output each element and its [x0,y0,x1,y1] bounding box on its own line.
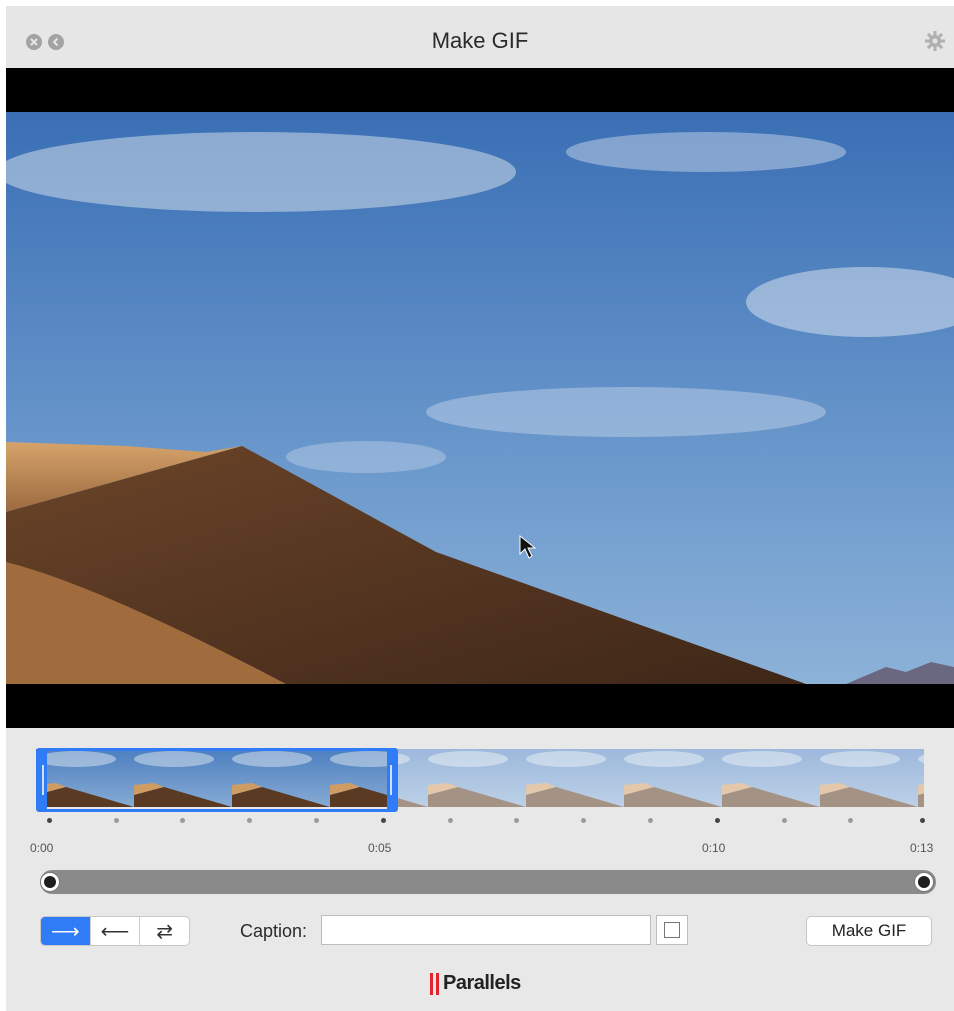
range-slider-end-knob[interactable] [914,872,934,892]
title-bar: Make GIF [6,6,954,68]
parallels-logo: Parallels [430,972,521,995]
time-label-end: 0:13 [910,841,934,855]
tick-dot [782,818,787,823]
tick-dot [381,818,386,823]
time-label-5s: 0:05 [368,841,392,855]
tick-dot [920,818,925,823]
square-icon [664,922,680,938]
tick-dot [180,818,185,823]
tick-dot [581,818,586,823]
time-label-start: 0:00 [30,841,54,855]
arrow-right-icon: ⟶ [51,920,80,943]
window-title: Make GIF [431,28,529,53]
tick-dot [848,818,853,823]
selection-start-handle[interactable] [39,751,47,809]
arrow-left-icon: ⟵ [100,920,130,943]
tick-dot [47,818,52,823]
tick-dot [448,818,453,823]
selection-range[interactable] [36,748,398,812]
caption-input[interactable] [321,915,651,945]
selection-end-handle[interactable] [387,751,395,809]
unselected-frames-overlay [392,749,924,807]
desert-dune-image [6,112,954,684]
range-slider-start-knob[interactable] [40,872,60,892]
parallels-bars-icon [430,972,439,995]
tick-dot [648,818,653,823]
playback-direction-control[interactable]: ⟶ ⟵ ⇄ [40,916,190,946]
make-gif-button[interactable]: Make GIF [806,916,932,946]
time-label-10s: 0:10 [702,841,726,855]
tick-dot [114,818,119,823]
direction-backward-button[interactable]: ⟵ [91,917,141,945]
brand-name: Parallels [443,972,521,994]
tick-dot [514,818,519,823]
caption-label: Caption: [240,921,308,941]
range-slider-track[interactable] [40,870,936,894]
caption-options-button[interactable] [656,915,688,945]
make-gif-window: Make GIF 0:00 0:05 0:10 0:13 ⟶ ⟵ ⇄ Capti… [6,6,954,1011]
tick-dot [247,818,252,823]
video-preview [6,68,954,728]
direction-bounce-button[interactable]: ⇄ [140,917,189,945]
bounce-arrows-icon: ⇄ [156,920,174,943]
gear-icon[interactable] [924,30,946,52]
tick-dot [715,818,720,823]
direction-forward-button[interactable]: ⟶ [41,917,91,945]
tick-dot [314,818,319,823]
